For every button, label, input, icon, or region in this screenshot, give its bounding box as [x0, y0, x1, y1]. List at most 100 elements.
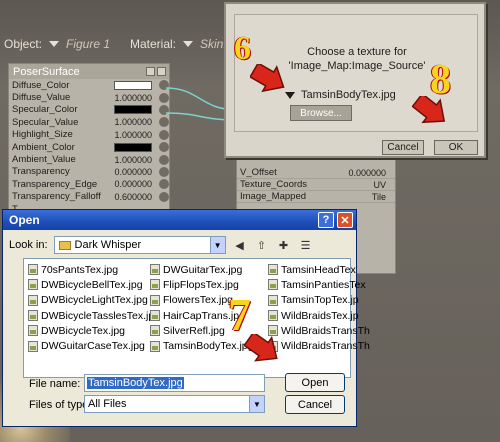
- node-row-name: Image_Mapped: [240, 191, 307, 202]
- node-row-value[interactable]: Tile: [330, 192, 386, 202]
- folder-icon: [58, 240, 71, 250]
- look-in-label: Look in:: [9, 239, 48, 251]
- poser-row-value[interactable]: 1.000000: [102, 93, 152, 103]
- look-in-value: Dark Whisper: [74, 239, 142, 251]
- connector-icon[interactable]: [159, 154, 169, 165]
- view-menu-icon[interactable]: ☰: [298, 237, 314, 253]
- cancel-button[interactable]: Cancel: [285, 395, 345, 414]
- open-button[interactable]: Open: [285, 373, 345, 392]
- up-folder-icon[interactable]: ⇧: [254, 237, 270, 253]
- chevron-down-icon[interactable]: ▼: [209, 237, 225, 253]
- open-dialog-title-bar[interactable]: Open ? ✕: [3, 210, 356, 230]
- node-row-name: V_Offset: [240, 167, 277, 178]
- file-list[interactable]: 70sPantsTex.jpg DWBicycleBellTex.jpg DWBic…: [23, 258, 370, 378]
- file-item[interactable]: DWBicycleTex.jpg: [28, 323, 160, 338]
- file-item[interactable]: TamsinPantiesTex: [268, 277, 370, 292]
- poser-row-name: Transparency_Falloff: [12, 191, 101, 203]
- poser-surface-row[interactable]: Specular_Color: [9, 104, 169, 116]
- texture-file-selector[interactable]: TamsinBodyTex.jpg: [285, 89, 396, 101]
- file-item[interactable]: DWGuitarTex.jpg: [150, 262, 253, 277]
- file-item-label: TamsinTopTex.jp: [281, 294, 359, 307]
- file-item[interactable]: DWBicycleBellTex.jpg: [28, 277, 160, 292]
- file-item-label: WildBraidsTex.jp: [281, 309, 359, 322]
- image-file-icon: [268, 279, 278, 291]
- file-item[interactable]: 70sPantsTex.jpg: [28, 262, 160, 277]
- poser-surface-row[interactable]: Transparency_Falloff 0.600000: [9, 191, 169, 203]
- image-file-icon: [150, 279, 160, 291]
- poser-row-name: Specular_Color: [12, 104, 78, 116]
- poser-surface-row[interactable]: Diffuse_Color: [9, 79, 169, 91]
- node-row[interactable]: V_Offset 0.000000: [237, 167, 395, 179]
- connector-icon[interactable]: [159, 191, 169, 202]
- file-item-label: DWGuitarCaseTex.jpg: [41, 340, 145, 353]
- ok-button[interactable]: OK: [434, 140, 478, 155]
- file-item[interactable]: WildBraidsTex.jp: [268, 308, 370, 323]
- open-dialog-title: Open: [9, 213, 40, 227]
- browse-button[interactable]: Browse...: [290, 105, 352, 121]
- files-of-type-label: Files of type:: [29, 399, 92, 411]
- connector-icon[interactable]: [159, 166, 169, 177]
- node-row[interactable]: Texture_Coords UV: [237, 179, 395, 191]
- poser-row-value[interactable]: 1.000000: [102, 130, 152, 140]
- poser-surface-row[interactable]: Transparency 0.000000: [9, 166, 169, 178]
- file-item-label: DWBicycleTex.jpg: [41, 324, 126, 337]
- help-icon[interactable]: ?: [318, 212, 334, 228]
- look-in-combo[interactable]: Dark Whisper ▼: [53, 236, 226, 254]
- image-file-icon: [150, 325, 160, 337]
- arrow-7-icon: [244, 334, 278, 362]
- new-folder-icon[interactable]: ✚: [276, 237, 292, 253]
- poser-row-value[interactable]: 1.000000: [102, 155, 152, 165]
- file-item-label: DWBicycleTasslesTex.jpg: [41, 309, 161, 322]
- chevron-down-icon[interactable]: ▼: [249, 396, 264, 412]
- poser-row-name: Ambient_Color: [12, 141, 75, 153]
- file-item-label: TamsinHeadTex: [281, 263, 356, 276]
- file-item[interactable]: DWBicycleTasslesTex.jpg: [28, 308, 160, 323]
- object-label: Object:: [4, 37, 43, 51]
- poser-surface-row[interactable]: Ambient_Value 1.000000: [9, 153, 169, 165]
- poser-surface-row[interactable]: Specular_Value 1.000000: [9, 116, 169, 128]
- file-item-label: WildBraidsTransTh: [281, 340, 370, 353]
- arrow-6-icon: [250, 64, 285, 93]
- poser-row-value[interactable]: 1.000000: [102, 117, 152, 127]
- cancel-button[interactable]: Cancel: [382, 140, 424, 155]
- poser-surface-row[interactable]: Ambient_Color: [9, 141, 169, 153]
- file-item-label: SilverRefl.jpg: [163, 324, 225, 337]
- file-name-input[interactable]: TamsinBodyTex.jpg: [84, 374, 265, 392]
- image-file-icon: [28, 325, 38, 337]
- poser-surface-row[interactable]: Highlight_Size 1.000000: [9, 129, 169, 141]
- node-row-name: Texture_Coords: [240, 179, 308, 190]
- node-row-value[interactable]: 0.000000: [330, 168, 386, 178]
- color-swatch[interactable]: [114, 142, 152, 152]
- poser-row-name: Specular_Value: [12, 116, 79, 128]
- color-swatch[interactable]: [114, 105, 152, 115]
- image-file-icon: [150, 264, 160, 276]
- poser-surface-row[interactable]: Diffuse_Value 1.000000: [9, 91, 169, 103]
- poser-row-value[interactable]: 0.600000: [102, 192, 152, 202]
- options-icon[interactable]: [157, 67, 166, 76]
- image-file-icon: [268, 264, 278, 276]
- chevron-down-icon[interactable]: [183, 41, 194, 47]
- material-selector[interactable]: Material: SkinBo: [130, 32, 238, 56]
- chevron-down-icon[interactable]: [49, 41, 60, 47]
- arrow-8-icon: [412, 96, 446, 124]
- image-file-icon: [28, 340, 38, 352]
- close-icon[interactable]: ✕: [337, 212, 353, 228]
- file-item-label: TamsinBodyTex.jpg: [163, 340, 254, 353]
- back-icon[interactable]: ◀: [232, 237, 248, 253]
- connector-icon[interactable]: [159, 179, 169, 190]
- poser-surface-row[interactable]: Transparency_Edge 0.000000: [9, 178, 169, 190]
- file-item[interactable]: DWGuitarCaseTex.jpg: [28, 338, 160, 353]
- file-name-label: File name:: [29, 378, 81, 390]
- files-of-type-select[interactable]: All Files ▼: [84, 395, 265, 413]
- node-row[interactable]: Image_Mapped Tile: [237, 191, 395, 203]
- color-swatch[interactable]: [114, 80, 152, 90]
- file-item[interactable]: TamsinHeadTex: [268, 262, 370, 277]
- image-file-icon: [28, 279, 38, 291]
- node-row-value[interactable]: UV: [330, 180, 386, 190]
- file-item[interactable]: DWBicycleLightTex.jpg: [28, 293, 160, 308]
- file-item[interactable]: TamsinTopTex.jp: [268, 293, 370, 308]
- poser-surface-title-bar[interactable]: PoserSurface: [9, 64, 169, 79]
- collapse-icon[interactable]: [146, 67, 155, 76]
- poser-row-value[interactable]: 0.000000: [102, 179, 152, 189]
- poser-row-value[interactable]: 0.000000: [102, 167, 152, 177]
